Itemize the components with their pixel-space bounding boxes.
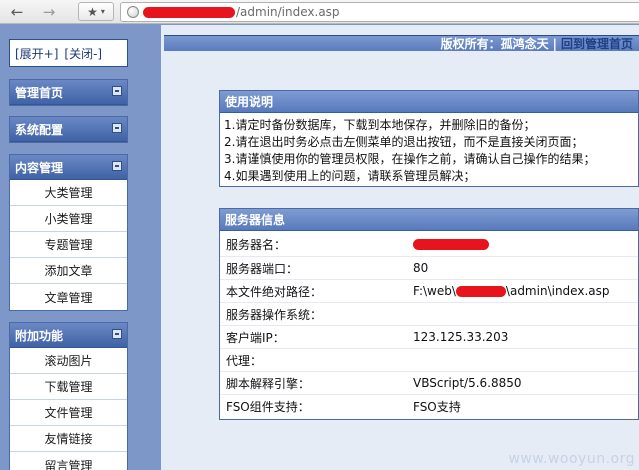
- info-row-fso: FSO组件支持： FSO支持: [220, 394, 638, 417]
- info-label: 服务器端口：: [226, 261, 299, 276]
- minimize-icon[interactable]: [112, 329, 122, 339]
- info-label: FSO组件支持：: [226, 399, 310, 414]
- info-label: 服务器操作系统：: [226, 307, 323, 322]
- info-value: [413, 239, 638, 250]
- top-banner: 版权所有：孤鸿念天 | 回到管理首页: [164, 35, 639, 51]
- info-row-script-engine: 脚本解释引擎： VBScript/5.6.8850: [220, 371, 638, 394]
- info-label: 本文件绝对路径：: [226, 284, 323, 299]
- home-link[interactable]: 回到管理首页: [561, 35, 633, 52]
- menu-content: 内容管理 大类管理 小类管理 专题管理 添加文章 文章管理: [9, 154, 128, 311]
- menu-header-home[interactable]: 管理首页: [10, 80, 127, 105]
- redacted-value: [455, 285, 506, 297]
- arrow-left-icon[interactable]: ←: [4, 2, 30, 21]
- info-value: 123.125.33.203: [413, 330, 509, 344]
- menu-home: 管理首页: [9, 79, 128, 106]
- info-label: 代理：: [226, 353, 263, 368]
- menu-item-article-manage[interactable]: 文章管理: [10, 284, 127, 310]
- menu-title: 附加功能: [15, 328, 64, 343]
- collapse-all-link[interactable]: [关闭-]: [64, 45, 102, 62]
- instructions-title: 使用说明: [220, 91, 638, 113]
- banner-separator: |: [552, 36, 557, 51]
- menu-title: 系统配置: [15, 122, 64, 137]
- expand-collapse-bar: [展开+] [关闭-]: [9, 39, 128, 67]
- info-row-os: 服务器操作系统：: [220, 302, 638, 325]
- info-label: 客户端IP：: [226, 330, 285, 345]
- menu-item-category[interactable]: 大类管理: [10, 180, 127, 206]
- menu-header-extras[interactable]: 附加功能: [10, 323, 127, 348]
- left-menu-panel: [展开+] [关闭-] 管理首页 系统配置 内容管理 大类管理 小类管理 专题管…: [0, 25, 135, 470]
- redacted-value: [413, 239, 489, 250]
- menu-item-files[interactable]: 文件管理: [10, 400, 127, 426]
- info-row-file-path: 本文件绝对路径： F:\web\ \admin\index.asp: [220, 279, 638, 302]
- path-suffix: \admin\index.asp: [505, 284, 610, 298]
- info-value: F:\web\ \admin\index.asp: [413, 284, 638, 298]
- menu-item-add-article[interactable]: 添加文章: [10, 258, 127, 284]
- menu-item-scroll-images[interactable]: 滚动图片: [10, 348, 127, 374]
- info-row-proxy: 代理：: [220, 348, 638, 371]
- instructions-panel: 使用说明 1.请定时备份数据库，下载到本地保存，并删除旧的备份； 2.请在退出时…: [219, 90, 639, 187]
- instruction-line: 1.请定时备份数据库，下载到本地保存，并删除旧的备份；: [224, 118, 536, 132]
- redacted-host: [143, 6, 235, 18]
- browser-toolbar: ← → ★ ▾ /admin/index.asp: [0, 0, 639, 24]
- server-info-panel: 服务器信息 服务器名： 服务器端口： 80 本文件绝对路径： F:\web\ \…: [219, 208, 639, 420]
- address-bar[interactable]: /admin/index.asp: [120, 2, 639, 22]
- watermark: www.wooyun.org: [508, 451, 635, 467]
- server-info-title: 服务器信息: [220, 209, 638, 231]
- instruction-line: 4.如果遇到使用上的问题，请联系管理员解决；: [224, 169, 476, 183]
- star-icon: ★: [87, 4, 98, 19]
- info-label: 服务器名：: [226, 238, 287, 252]
- menu-item-subcategory[interactable]: 小类管理: [10, 206, 127, 232]
- chevron-down-icon: ▾: [100, 7, 105, 16]
- minimize-icon[interactable]: [112, 86, 122, 96]
- info-row-server-name: 服务器名：: [220, 233, 638, 256]
- menu-item-messages[interactable]: 留言管理: [10, 452, 127, 470]
- menu-item-links[interactable]: 友情链接: [10, 426, 127, 452]
- globe-icon: [127, 6, 139, 18]
- minimize-icon[interactable]: [112, 161, 122, 171]
- minimize-icon[interactable]: [112, 123, 122, 133]
- main-frame: 版权所有：孤鸿念天 | 回到管理首页 使用说明 1.请定时备份数据库，下载到本地…: [136, 25, 639, 470]
- expand-all-link[interactable]: [展开+]: [15, 45, 58, 62]
- menu-title: 内容管理: [15, 160, 64, 175]
- bookmark-button[interactable]: ★ ▾: [78, 2, 114, 21]
- path-prefix: F:\web\: [413, 284, 456, 298]
- url-path: /admin/index.asp: [236, 5, 340, 19]
- info-value: FSO支持: [413, 399, 461, 414]
- menu-system-config: 系统配置: [9, 116, 128, 143]
- info-value: 80: [413, 261, 429, 275]
- menu-header-content[interactable]: 内容管理: [10, 155, 127, 180]
- arrow-right-icon[interactable]: →: [36, 2, 62, 21]
- copyright-text: 版权所有：孤鸿念天: [440, 37, 549, 51]
- info-row-client-ip: 客户端IP： 123.125.33.203: [220, 325, 638, 348]
- menu-item-topic[interactable]: 专题管理: [10, 232, 127, 258]
- menu-extras: 附加功能 滚动图片 下载管理 文件管理 友情链接 留言管理: [9, 322, 128, 470]
- info-label: 脚本解释引擎：: [226, 376, 311, 391]
- menu-item-downloads[interactable]: 下载管理: [10, 374, 127, 400]
- menu-title: 管理首页: [15, 85, 64, 100]
- info-value: VBScript/5.6.8850: [413, 376, 522, 390]
- info-row-server-port: 服务器端口： 80: [220, 256, 638, 279]
- menu-header-system-config[interactable]: 系统配置: [10, 117, 127, 142]
- instruction-line: 2.请在退出时务必点击左侧菜单的退出按钮，而不是直接关闭页面；: [224, 135, 584, 149]
- instruction-line: 3.请谨慎使用你的管理员权限，在操作之前，请确认自己操作的结果；: [224, 152, 596, 166]
